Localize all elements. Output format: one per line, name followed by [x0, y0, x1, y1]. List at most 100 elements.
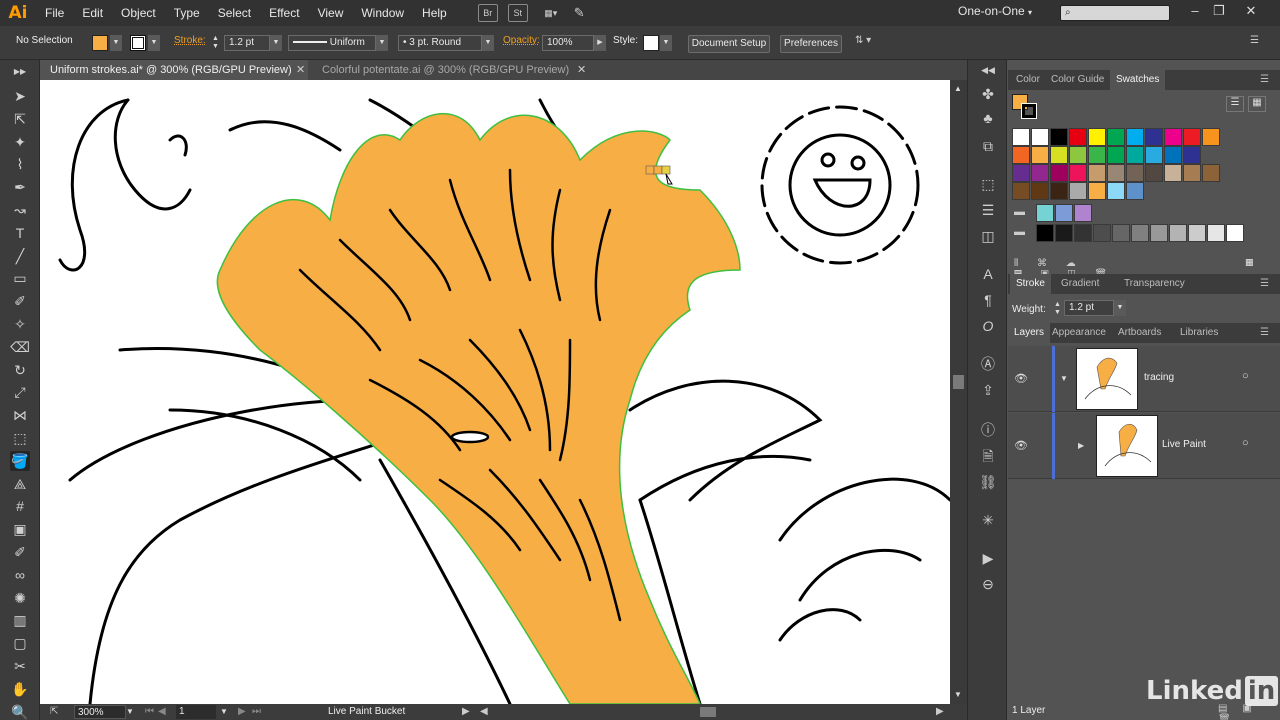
- hscroll-right-icon[interactable]: ▶: [936, 705, 944, 719]
- layer-row-live-paint[interactable]: 👁 ▶ Live Paint ○: [1008, 413, 1280, 479]
- tab-gradient[interactable]: Gradient: [1055, 274, 1105, 294]
- swatch[interactable]: [1107, 164, 1125, 182]
- opacity-label[interactable]: Opacity:: [503, 35, 540, 51]
- pathfinder-icon[interactable]: ◫: [978, 226, 998, 246]
- color-group-folder-icon[interactable]: ▬: [1014, 226, 1025, 238]
- menu-view[interactable]: View: [309, 0, 353, 26]
- workspace-switcher[interactable]: One-on-One ▾: [958, 4, 1032, 18]
- transform-icon[interactable]: ⬚: [978, 174, 998, 194]
- swatch[interactable]: [1145, 146, 1163, 164]
- last-artboard-icon[interactable]: ⏭: [252, 705, 261, 719]
- swatch[interactable]: [1226, 224, 1244, 242]
- opacity-arrow[interactable]: ▶: [594, 35, 606, 51]
- bridge-button[interactable]: Br: [477, 4, 498, 22]
- menu-type[interactable]: Type: [165, 0, 209, 26]
- layer-name[interactable]: tracing: [1144, 372, 1174, 383]
- swatch[interactable]: [1107, 128, 1125, 146]
- magic-wand-tool-icon[interactable]: ✦: [10, 132, 30, 152]
- symbol-sprayer-tool-icon[interactable]: ✺: [10, 588, 30, 608]
- hand-tool-icon[interactable]: ✋: [10, 679, 30, 699]
- stroke-label[interactable]: Stroke:: [174, 35, 206, 51]
- swatch[interactable]: [1055, 204, 1073, 222]
- swatch[interactable]: [1031, 146, 1049, 164]
- document-setup-button[interactable]: Document Setup: [688, 35, 770, 53]
- layer-target-icon[interactable]: ○: [1242, 370, 1249, 382]
- type-tool-icon[interactable]: T: [10, 223, 30, 243]
- shaper-tool-icon[interactable]: ✧: [10, 314, 30, 334]
- minimize-button[interactable]: –: [1186, 3, 1204, 21]
- tab-artboards[interactable]: Artboards: [1112, 323, 1167, 343]
- panel-menu-icon[interactable]: ☰: [1254, 274, 1275, 294]
- swatch[interactable]: [1131, 224, 1149, 242]
- zoom-dropdown-icon[interactable]: ▼: [126, 705, 134, 719]
- visibility-eye-icon[interactable]: 👁: [1014, 439, 1028, 452]
- panel-menu-icon[interactable]: ☰: [1250, 35, 1259, 51]
- free-transform-tool-icon[interactable]: ⬚: [10, 428, 30, 448]
- menu-window[interactable]: Window: [352, 0, 413, 26]
- swatch[interactable]: [1126, 164, 1144, 182]
- symbols-icon[interactable]: ♣: [978, 108, 998, 128]
- artboard-dropdown-icon[interactable]: ▼: [220, 705, 228, 719]
- tab-colorful-potentate[interactable]: Colorful potentate.ai @ 300% (RGB/GPU Pr…: [312, 60, 592, 80]
- prev-artboard-icon[interactable]: ◀: [158, 705, 166, 719]
- swatch[interactable]: [1183, 146, 1201, 164]
- swatch[interactable]: [1126, 182, 1144, 200]
- panel-menu-icon[interactable]: ☰: [1254, 323, 1275, 343]
- menu-select[interactable]: Select: [209, 0, 260, 26]
- swatch[interactable]: [1069, 182, 1087, 200]
- swatch[interactable]: [1012, 128, 1030, 146]
- eyedropper-tool-icon[interactable]: ✐: [10, 542, 30, 562]
- scroll-down-icon[interactable]: ▼: [954, 690, 962, 699]
- paragraph-icon[interactable]: ¶: [978, 290, 998, 310]
- stroke-weight-dropdown[interactable]: ▼: [270, 35, 282, 51]
- expand-arrow-icon[interactable]: ▶: [1078, 441, 1084, 450]
- swatch[interactable]: [1088, 146, 1106, 164]
- tab-stroke[interactable]: Stroke: [1010, 274, 1051, 294]
- swatch[interactable]: [1012, 164, 1030, 182]
- tab-layers[interactable]: Layers: [1008, 323, 1051, 343]
- stock-button[interactable]: St: [507, 4, 528, 22]
- swatch[interactable]: [1074, 224, 1092, 242]
- swatch[interactable]: [1150, 224, 1168, 242]
- stroke-color-swatch[interactable]: [130, 35, 146, 51]
- tab-color-guide[interactable]: Color Guide: [1045, 70, 1110, 90]
- glyphs-icon[interactable]: Ⓐ: [978, 354, 998, 374]
- swatch[interactable]: [1074, 204, 1092, 222]
- swatch[interactable]: [1183, 164, 1201, 182]
- tab-color[interactable]: Color: [1010, 70, 1046, 90]
- swatch[interactable]: [1207, 224, 1225, 242]
- width-tool-icon[interactable]: ⋈: [10, 405, 30, 425]
- mesh-tool-icon[interactable]: #: [10, 496, 30, 516]
- opentype-icon[interactable]: O: [978, 316, 998, 336]
- info-icon[interactable]: ⓘ: [978, 420, 998, 440]
- swatch[interactable]: [1145, 164, 1163, 182]
- align-icon[interactable]: ☰: [978, 200, 998, 220]
- style-dropdown[interactable]: ▼: [660, 35, 672, 51]
- swatch[interactable]: [1093, 224, 1111, 242]
- swatch[interactable]: [1126, 146, 1144, 164]
- tab-libraries[interactable]: Libraries: [1174, 323, 1224, 343]
- lasso-tool-icon[interactable]: ⌇: [10, 154, 30, 174]
- swatch[interactable]: [1036, 224, 1054, 242]
- scroll-up-icon[interactable]: ▲: [954, 84, 962, 93]
- status-menu-icon[interactable]: ▶: [462, 705, 470, 719]
- close-tab-icon[interactable]: ✕: [577, 60, 586, 80]
- tab-swatches[interactable]: Swatches: [1110, 70, 1166, 90]
- swatch[interactable]: [1069, 128, 1087, 146]
- swatch[interactable]: [1050, 146, 1068, 164]
- swatch[interactable]: [1031, 164, 1049, 182]
- close-tab-icon[interactable]: ✕: [296, 60, 305, 80]
- graphic-styles-icon[interactable]: ⧉: [978, 136, 998, 156]
- artboard-number-field[interactable]: 1: [176, 705, 216, 719]
- blend-tool-icon[interactable]: ∞: [10, 565, 30, 585]
- stroke-dropdown[interactable]: ▼: [148, 35, 160, 51]
- swatch[interactable]: [1164, 128, 1182, 146]
- menu-effect[interactable]: Effect: [260, 0, 308, 26]
- swatch[interactable]: [1112, 224, 1130, 242]
- collapse-arrow-icon[interactable]: ▼: [1060, 374, 1068, 383]
- tab-uniform-strokes[interactable]: Uniform strokes.ai* @ 300% (RGB/GPU Prev…: [40, 60, 308, 80]
- status-icon[interactable]: ⇱: [50, 705, 58, 719]
- scale-tool-icon[interactable]: ⤢: [10, 382, 30, 402]
- character-icon[interactable]: A: [978, 264, 998, 284]
- close-button[interactable]: ✕: [1242, 3, 1260, 21]
